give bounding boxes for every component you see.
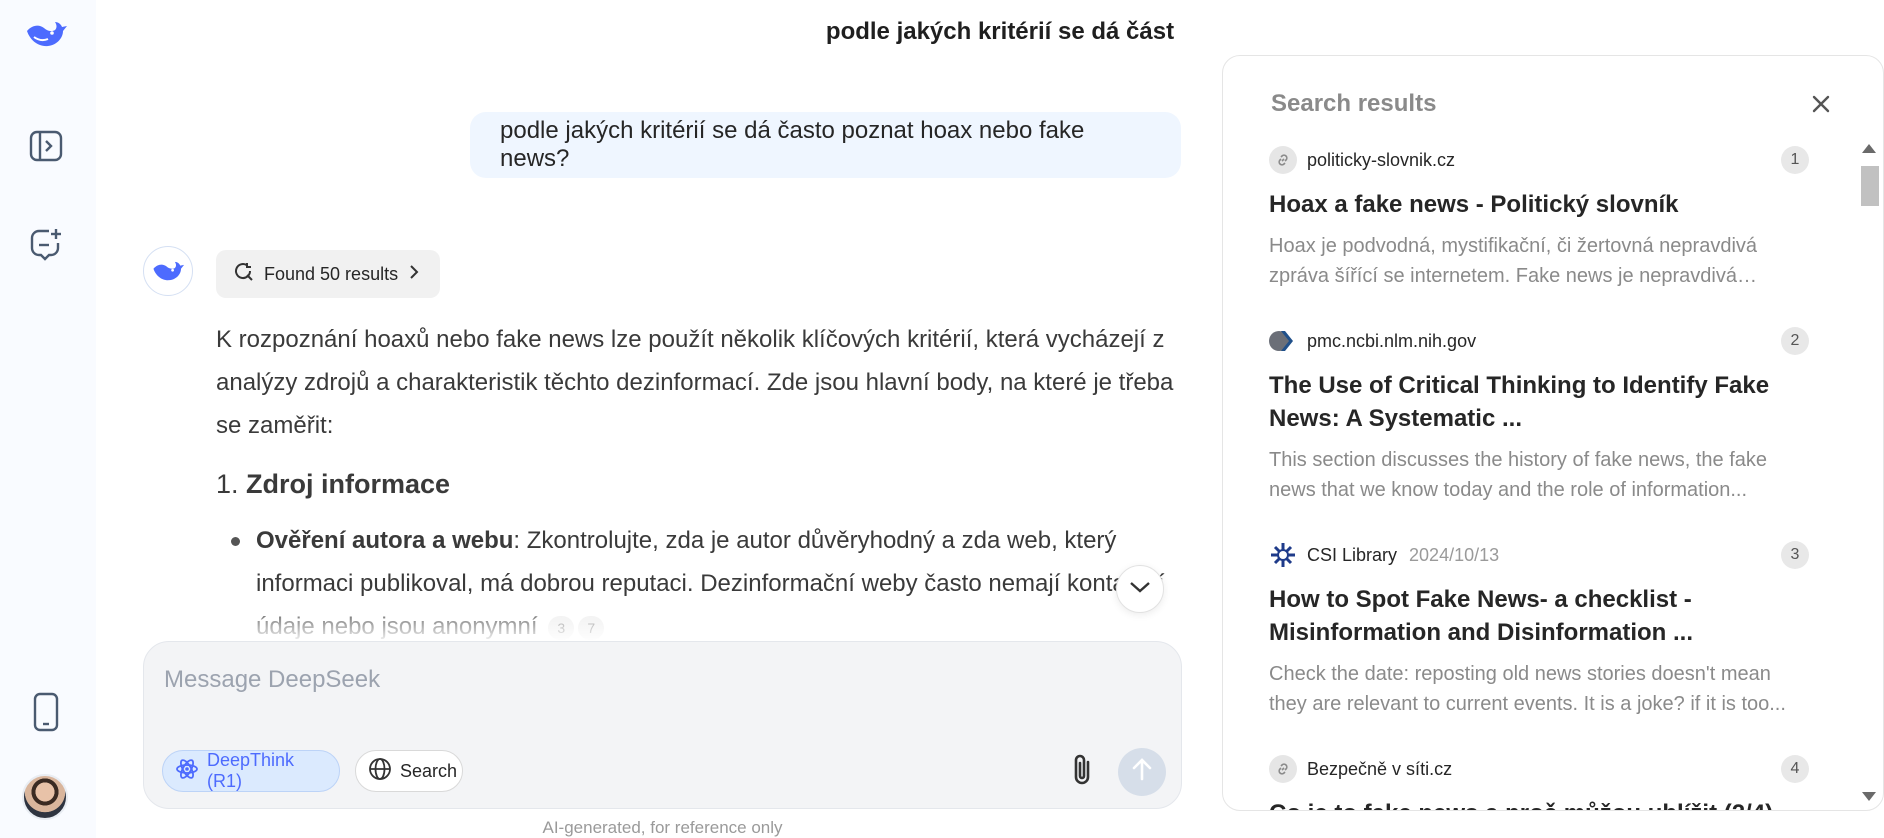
search-result-item[interactable]: Bezpečně v síti.cz 4 Co je to fake news … bbox=[1269, 753, 1809, 810]
result-number: 4 bbox=[1781, 755, 1809, 783]
user-message-text: podle jakých kritérií se dá často poznat… bbox=[500, 117, 1085, 172]
deepseek-logo-icon[interactable] bbox=[24, 12, 68, 56]
chevron-right-icon bbox=[408, 264, 420, 285]
link-icon bbox=[1269, 755, 1297, 783]
deepthink-label: DeepThink (R1) bbox=[207, 750, 295, 791]
message-composer: DeepThink (R1) Search bbox=[143, 641, 1182, 809]
toggle-sidebar-icon[interactable] bbox=[24, 124, 68, 168]
result-title[interactable]: Hoax a fake news - Politický slovník bbox=[1269, 188, 1809, 221]
atom-icon bbox=[175, 757, 199, 786]
result-title[interactable]: How to Spot Fake News- a checklist - Mis… bbox=[1269, 583, 1809, 649]
mobile-app-icon[interactable] bbox=[24, 690, 68, 734]
message-input[interactable] bbox=[164, 660, 1064, 700]
result-date: 2024/10/13 bbox=[1409, 544, 1500, 565]
search-results-panel: Search results politicky-slovnik.cz 1 Ho… bbox=[1222, 55, 1884, 811]
attach-file-button[interactable] bbox=[1060, 750, 1104, 794]
bullet-bold-text: Ověření autora a webu bbox=[256, 527, 514, 554]
scroll-up-arrow-icon[interactable] bbox=[1862, 144, 1876, 153]
scroll-down-arrow-icon[interactable] bbox=[1862, 792, 1876, 801]
left-sidebar bbox=[0, 0, 96, 838]
assistant-answer: K rozpoznání hoaxů nebo fake news lze po… bbox=[216, 318, 1178, 644]
close-panel-button[interactable] bbox=[1801, 86, 1841, 126]
result-site: CSI Library bbox=[1307, 544, 1398, 565]
result-title[interactable]: Co je to fake news a proč můžou ublížit … bbox=[1269, 797, 1809, 810]
result-snippet: Check the date: reposting old news stori… bbox=[1269, 663, 1786, 715]
result-snippet: Hoax je podvodná, mystifikační, či žerto… bbox=[1269, 235, 1758, 287]
answer-section-heading: 1. Zdroj informace bbox=[216, 461, 1178, 507]
result-site: politicky-slovnik.cz bbox=[1307, 149, 1456, 170]
globe-icon bbox=[368, 757, 392, 786]
scroll-to-bottom-button[interactable] bbox=[1116, 565, 1164, 613]
result-number: 2 bbox=[1781, 327, 1809, 355]
result-site: pmc.ncbi.nlm.nih.gov bbox=[1307, 330, 1477, 351]
found-results-label: Found 50 results bbox=[264, 263, 399, 284]
ncbi-icon bbox=[1269, 327, 1297, 355]
search-result-item[interactable]: pmc.ncbi.nlm.nih.gov 2 The Use of Critic… bbox=[1269, 325, 1809, 505]
search-refresh-icon bbox=[234, 262, 254, 287]
ai-disclaimer: AI-generated, for reference only bbox=[542, 818, 783, 837]
result-snippet: This section discusses the history of fa… bbox=[1269, 449, 1768, 501]
search-result-item[interactable]: politicky-slovnik.cz 1 Hoax a fake news … bbox=[1269, 144, 1809, 291]
chevron-down-icon bbox=[1129, 580, 1151, 599]
chat-title[interactable]: podle jakých kritérií se dá část bbox=[760, 18, 1240, 46]
deepthink-toggle-button[interactable]: DeepThink (R1) bbox=[162, 750, 340, 792]
section-number: 1. bbox=[216, 469, 239, 499]
search-toggle-button[interactable]: Search bbox=[355, 750, 463, 792]
csi-library-icon bbox=[1269, 541, 1297, 569]
answer-intro: K rozpoznání hoaxů nebo fake news lze po… bbox=[216, 326, 1174, 439]
section-title: Zdroj informace bbox=[246, 469, 451, 499]
arrow-up-icon bbox=[1131, 757, 1153, 787]
result-title[interactable]: The Use of Critical Thinking to Identify… bbox=[1269, 369, 1809, 435]
search-label: Search bbox=[400, 760, 458, 781]
found-results-button[interactable]: Found 50 results bbox=[216, 250, 440, 298]
user-avatar[interactable] bbox=[22, 774, 68, 820]
answer-fade-overlay bbox=[180, 600, 1190, 644]
panel-title: Search results bbox=[1271, 90, 1437, 117]
result-number: 3 bbox=[1781, 541, 1809, 569]
link-icon bbox=[1269, 146, 1297, 174]
panel-scrollbar[interactable] bbox=[1859, 138, 1881, 808]
new-chat-icon[interactable] bbox=[24, 222, 68, 266]
search-results-list: politicky-slovnik.cz 1 Hoax a fake news … bbox=[1269, 144, 1809, 810]
result-site: Bezpečně v síti.cz bbox=[1307, 758, 1453, 779]
user-message: podle jakých kritérií se dá často poznat… bbox=[470, 112, 1181, 178]
search-result-item[interactable]: CSI Library 2024/10/13 3 How to Spot Fak… bbox=[1269, 539, 1809, 719]
scrollbar-thumb[interactable] bbox=[1861, 166, 1879, 206]
send-button[interactable] bbox=[1118, 748, 1166, 796]
assistant-avatar-icon bbox=[143, 246, 193, 296]
result-number: 1 bbox=[1781, 146, 1809, 174]
paperclip-icon bbox=[1069, 752, 1095, 793]
close-icon bbox=[1811, 94, 1831, 119]
